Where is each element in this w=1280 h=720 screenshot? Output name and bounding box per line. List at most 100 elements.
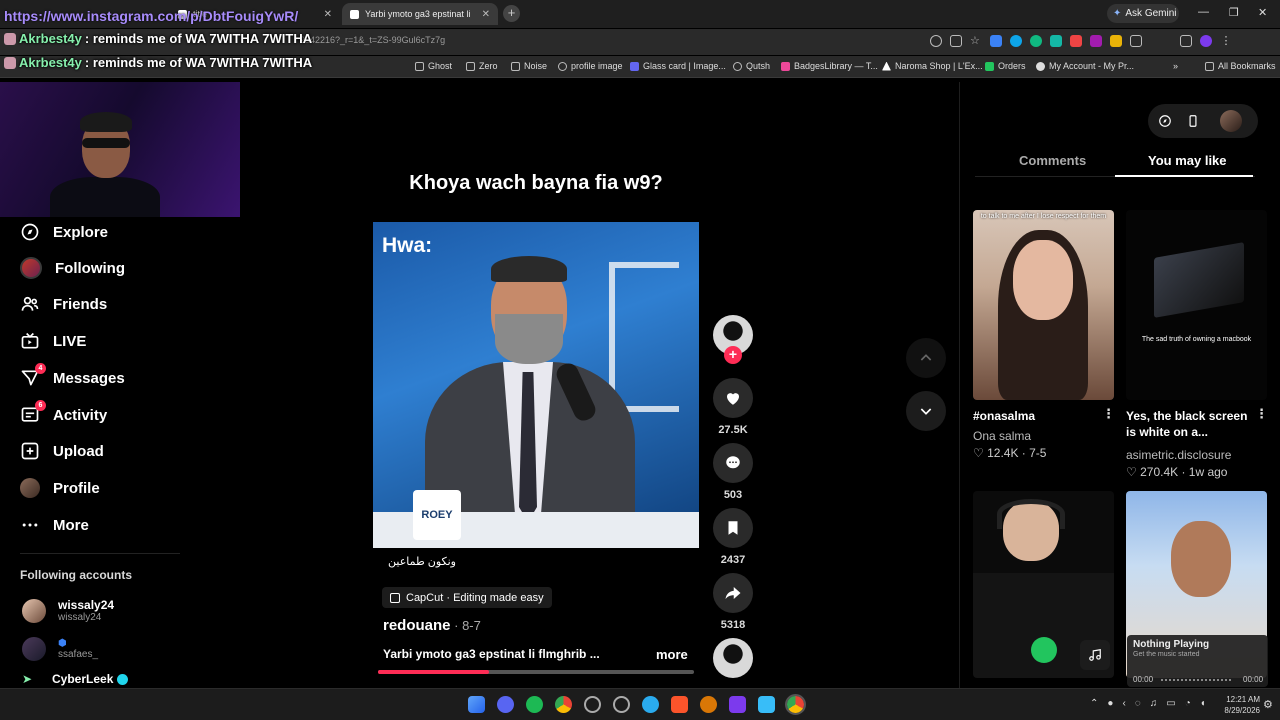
chrome-icon[interactable] <box>785 694 806 715</box>
extension-icon[interactable] <box>1050 35 1062 47</box>
obs-icon[interactable] <box>584 696 601 713</box>
sidebar-item-upload[interactable]: Upload <box>20 439 104 463</box>
bookmark-item[interactable]: BadgesLibrary — T... <box>781 61 878 71</box>
device-icon[interactable] <box>1186 114 1200 128</box>
zoom-icon[interactable] <box>930 35 942 47</box>
now-playing-progress[interactable] <box>1161 679 1233 681</box>
new-tab-button[interactable]: + <box>503 5 520 22</box>
app-icon[interactable] <box>758 696 775 713</box>
video-background <box>609 262 679 412</box>
windows-start-icon[interactable] <box>468 696 485 713</box>
chevron-up-icon[interactable]: ⌃ <box>1090 698 1098 709</box>
bookmark-item[interactable]: profile image <box>558 61 623 71</box>
system-clock[interactable]: 12:21 AM 8/29/2026 <box>1210 694 1260 716</box>
bookmark-item[interactable]: Glass card | Image... <box>630 61 726 71</box>
now-playing-widget[interactable]: Nothing Playing Get the music started 00… <box>1127 635 1268 687</box>
compass-icon[interactable] <box>1158 114 1172 128</box>
notification-icon[interactable]: ⚙ <box>1263 698 1273 711</box>
follow-plus-icon[interactable]: + <box>724 346 742 364</box>
like-button[interactable] <box>713 378 753 418</box>
sidebar-item-friends[interactable]: Friends <box>20 292 107 316</box>
share-button[interactable] <box>713 573 753 613</box>
sidebar-item-following[interactable]: Following <box>20 256 125 280</box>
save-button[interactable] <box>713 508 753 548</box>
extension-icon[interactable] <box>1110 35 1122 47</box>
telegram-icon[interactable] <box>642 696 659 713</box>
more-button[interactable]: more <box>656 647 688 662</box>
bookmark-item[interactable]: Noise <box>511 61 547 71</box>
all-bookmarks[interactable]: All Bookmarks <box>1205 61 1276 71</box>
following-account[interactable]: ➤ CyberLeek <box>22 672 129 686</box>
following-account[interactable]: ⬢ ssafaes_ <box>22 637 98 661</box>
extension-icon[interactable] <box>1010 35 1022 47</box>
kebab-menu-icon[interactable]: ⋮ <box>1220 35 1232 47</box>
app-icon[interactable] <box>613 696 630 713</box>
discord-icon[interactable] <box>497 696 514 713</box>
suggested-video-title[interactable]: #onasalma <box>973 408 1098 424</box>
close-icon[interactable]: ✕ <box>324 9 332 20</box>
close-icon[interactable]: ✕ <box>482 9 490 20</box>
extension-icon[interactable] <box>1090 35 1102 47</box>
video-overlay-text: Hwa: <box>382 234 433 257</box>
puzzle-icon[interactable] <box>1130 35 1142 47</box>
suggested-video-title[interactable]: Yes, the black screen is white on a... <box>1126 408 1254 440</box>
bookmark-item[interactable]: Qutsh <box>733 61 770 71</box>
tray-icon[interactable]: ‹ <box>1122 698 1125 709</box>
video-progress-bar[interactable] <box>378 670 694 674</box>
capcut-tag[interactable]: CapCut · Editing made easy <box>382 587 552 608</box>
sidebar-item-activity[interactable]: 6 Activity <box>20 400 107 427</box>
app-icon[interactable] <box>729 696 746 713</box>
bookmark-item[interactable]: Orders <box>985 61 1026 71</box>
sidebar-item-messages[interactable]: 4 Messages <box>20 363 125 390</box>
brave-icon[interactable] <box>671 696 688 713</box>
ask-gemini-button[interactable]: ✦ Ask Gemini <box>1107 4 1179 23</box>
spotify-icon[interactable] <box>526 696 543 713</box>
reading-list-icon[interactable] <box>1180 35 1192 47</box>
more-options-icon[interactable]: ⋮ <box>1102 406 1115 422</box>
bookmark-item[interactable]: Naroma Shop | L'Ex... <box>882 61 983 71</box>
extension-icon[interactable] <box>1030 35 1042 47</box>
close-window-icon[interactable]: ✕ <box>1258 6 1267 19</box>
comment-button[interactable] <box>713 443 753 483</box>
wifi-icon[interactable]: ◔ <box>1185 698 1191 709</box>
following-account[interactable]: wissaly24 wissaly24 <box>22 598 114 623</box>
bookmark-item[interactable]: Ghost <box>415 61 452 71</box>
network-icon[interactable]: ▭ <box>1166 698 1175 709</box>
video-author[interactable]: redouane · 8-7 <box>383 617 481 634</box>
maximize-icon[interactable]: ❐ <box>1229 6 1239 19</box>
sidebar-item-more[interactable]: More <box>20 513 89 537</box>
next-video-button[interactable] <box>906 391 946 431</box>
browser-tab-active[interactable]: Yarbi ymoto ga3 epstinat li ✕ <box>342 3 498 25</box>
profile-icon[interactable] <box>1200 35 1212 47</box>
tab-you-may-like[interactable]: You may like <box>1148 153 1227 168</box>
chrome-icon[interactable] <box>555 696 572 713</box>
video-player[interactable]: ROEY Hwa: <box>373 222 699 548</box>
extension-icon[interactable] <box>990 35 1002 47</box>
music-disc[interactable] <box>713 638 753 678</box>
bookmark-item[interactable]: My Account - My Pr... <box>1036 61 1134 71</box>
sidebar-item-profile[interactable]: Profile <box>20 476 100 500</box>
cast-icon[interactable] <box>950 35 962 47</box>
sidebar-item-live[interactable]: LIVE <box>20 329 86 353</box>
microphone-icon[interactable]: ♫ <box>1150 698 1158 709</box>
minimize-icon[interactable]: — <box>1198 6 1209 18</box>
url-field[interactable]: 2942216?_r=1&_t=ZS-99Gul6cTz7g <box>300 35 445 45</box>
previous-video-button[interactable] <box>906 338 946 378</box>
extension-icon[interactable] <box>1070 35 1082 47</box>
music-widget-button[interactable] <box>1080 640 1110 670</box>
star-icon[interactable]: ☆ <box>970 35 982 47</box>
bookmark-item[interactable]: Zero <box>466 61 498 71</box>
suggested-video-thumbnail[interactable]: to talk to me after I lose respect for t… <box>973 210 1114 400</box>
tray-icon[interactable]: ◌ <box>1135 698 1141 709</box>
app-icon[interactable] <box>700 696 717 713</box>
volume-icon[interactable]: ◖ <box>1200 698 1206 709</box>
avatar[interactable] <box>1220 110 1242 132</box>
tab-comments[interactable]: Comments <box>1019 153 1086 168</box>
bookmarks-overflow-icon[interactable]: » <box>1173 61 1178 71</box>
sidebar-item-explore[interactable]: Explore <box>20 220 108 244</box>
suggested-video-thumbnail[interactable]: The sad truth of owning a macbook <box>1126 210 1267 400</box>
more-options-icon[interactable]: ⋮ <box>1255 406 1268 422</box>
suggested-video-user[interactable]: asimetric.disclosure <box>1126 448 1231 462</box>
discord-tray-icon[interactable]: ● <box>1107 698 1113 709</box>
suggested-video-user[interactable]: Ona salma <box>973 429 1031 443</box>
